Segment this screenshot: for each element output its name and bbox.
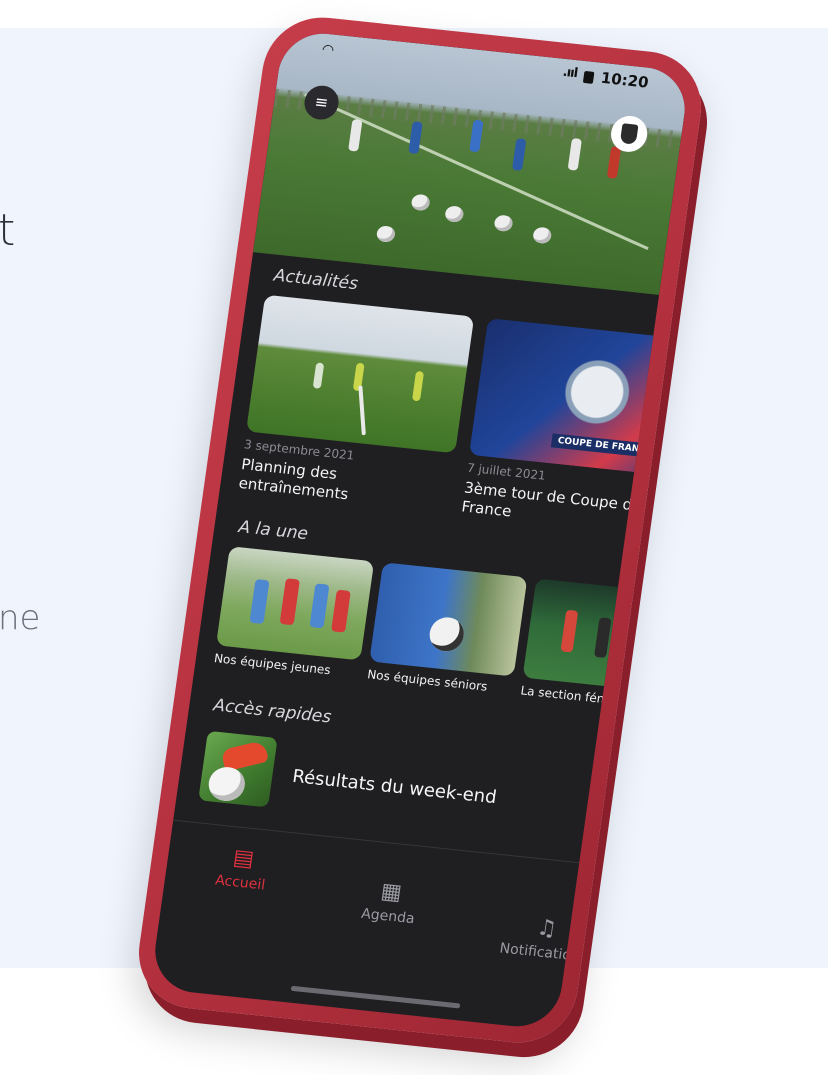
hero-ball <box>444 205 465 223</box>
status-time: 10:20 <box>599 68 650 92</box>
player-figure <box>560 609 579 653</box>
player-figure <box>309 583 330 629</box>
ball-figure <box>427 615 467 653</box>
background-text-top: t <box>0 205 16 256</box>
hero-ball <box>375 225 396 243</box>
wifi-icon: ◠ <box>320 41 336 59</box>
hero-image: ◠ .ııl 10:20 ≡ <box>253 29 691 295</box>
featured-card[interactable]: Nos équipes séniors <box>366 562 528 696</box>
player-figure <box>331 589 351 633</box>
featured-card-image <box>215 546 375 661</box>
nav-item-agenda[interactable]: ▦ Agenda <box>347 877 433 929</box>
background-text-bottom: ne <box>0 598 41 638</box>
battery-icon <box>582 70 595 84</box>
hero-ball <box>410 193 431 212</box>
ball-figure <box>206 765 248 803</box>
news-card[interactable]: 3 septembre 2021 Planning des entraîneme… <box>237 294 475 515</box>
hero-ball <box>493 214 514 233</box>
quick-access-label: Résultats du week-end <box>291 765 498 809</box>
bottom-navigation: ▤ Accueil ▦ Agenda ♫ Notifications <box>158 830 588 972</box>
nav-label-home: Accueil <box>214 872 267 894</box>
signal-icon: .ııl <box>561 64 579 82</box>
nav-label-agenda: Agenda <box>360 905 416 928</box>
calendar-icon: ▦ <box>379 878 404 906</box>
hero-player <box>512 138 527 171</box>
menu-button[interactable]: ≡ <box>302 84 341 122</box>
featured-card-image <box>369 562 528 677</box>
section-title-featured: A la une <box>237 517 310 545</box>
nav-item-home[interactable]: ▤ Accueil <box>204 844 280 895</box>
featured-card[interactable]: Nos équipes jeunes <box>213 546 375 680</box>
hero-player <box>567 137 582 171</box>
quick-access-image <box>198 730 278 808</box>
news-card-image <box>246 294 475 454</box>
hero-ball <box>532 226 553 245</box>
section-title-quick: Accès rapides <box>212 695 333 728</box>
hamburger-icon: ≡ <box>313 92 330 113</box>
home-icon: ▤ <box>231 845 256 873</box>
hero-player <box>408 121 423 154</box>
home-indicator[interactable] <box>290 985 461 1009</box>
player-figure <box>411 370 425 402</box>
hero-player <box>606 146 622 179</box>
hero-player <box>348 118 363 152</box>
player-figure <box>249 579 270 625</box>
goal-post <box>358 385 366 436</box>
section-title-news: Actualités <box>272 265 360 295</box>
quick-access-results[interactable]: Résultats du week-end <box>197 730 572 849</box>
player-figure <box>279 578 300 626</box>
player-figure <box>312 362 325 389</box>
